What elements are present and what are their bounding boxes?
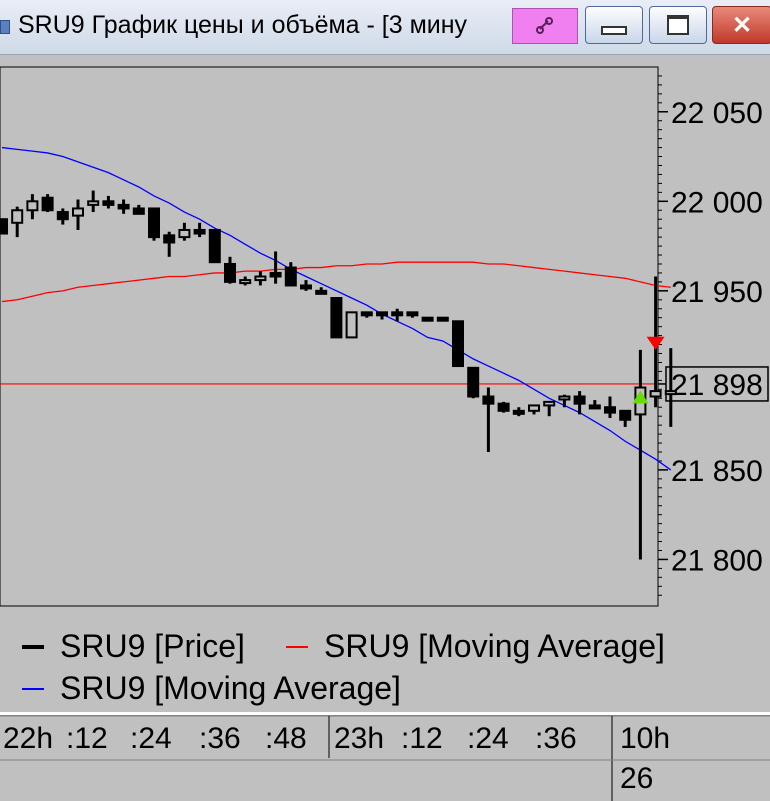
time-label: :12 — [401, 722, 443, 755]
y-tick-label: 21 950 — [671, 276, 763, 309]
time-label: :24 — [467, 722, 509, 755]
candle-body — [528, 404, 540, 412]
candle-body — [254, 275, 267, 282]
candle-body — [0, 218, 8, 235]
maximize-icon — [667, 15, 689, 35]
legend-item-ma-blue: SRU9 [Moving Average] — [22, 670, 401, 707]
candle-body — [619, 409, 632, 421]
y-tick-label: 21 800 — [671, 544, 763, 577]
y-tick-label: 22 000 — [671, 186, 763, 219]
legend-swatch-ma-blue — [22, 687, 44, 690]
window-titlebar[interactable]: SRU9 График цены и объёма - [3 мину ✕ — [0, 0, 770, 55]
time-label: :36 — [199, 722, 241, 755]
time-label: :12 — [66, 722, 108, 755]
window-title: SRU9 График цены и объёма - [3 мину — [18, 11, 468, 39]
candle-body — [391, 311, 404, 317]
candle-body — [497, 402, 510, 412]
app-icon — [0, 20, 10, 34]
candle-body — [649, 390, 662, 398]
time-label-date: 26 — [620, 762, 654, 795]
candle-body — [406, 311, 419, 317]
candle-body — [269, 271, 282, 278]
candle-body — [102, 200, 115, 206]
candle-body — [208, 228, 221, 264]
candle-body — [543, 400, 556, 407]
legend-label-ma-blue: SRU9 [Moving Average] — [60, 670, 401, 706]
legend-label-price: SRU9 [Price] — [60, 628, 245, 664]
y-tick-label: 21 850 — [671, 455, 763, 488]
candle-body — [300, 284, 312, 290]
candle-body — [315, 289, 328, 295]
chart-svg[interactable]: 22 050 22 000 21 950 21 898 21 850 21 800 — [0, 55, 770, 615]
time-label: :36 — [535, 722, 577, 755]
link-icon-glyph — [536, 17, 553, 34]
legend-label-ma-red: SRU9 [Moving Average] — [324, 628, 665, 664]
candle-body — [604, 406, 616, 414]
time-label-day: 10h — [620, 722, 671, 755]
candle-body — [558, 395, 571, 401]
candle-body — [360, 311, 373, 317]
maximize-button[interactable] — [649, 6, 707, 44]
close-button[interactable]: ✕ — [712, 6, 770, 44]
candle-body — [664, 390, 677, 396]
candle-body — [512, 409, 525, 415]
candle-body — [588, 404, 601, 410]
time-label: :48 — [265, 722, 307, 755]
candle-body — [224, 262, 236, 283]
time-label: 22h — [3, 722, 54, 755]
candle-body — [239, 279, 252, 285]
price-chart[interactable]: 22 050 22 000 21 950 21 898 21 850 21 800 — [0, 55, 770, 615]
current-value-label: 21 898 — [671, 369, 763, 402]
candle-body — [56, 211, 69, 221]
link-icon[interactable] — [512, 8, 578, 44]
candle-body — [148, 207, 160, 239]
legend-item-price: SRU9 [Price] — [22, 628, 245, 665]
candle-body — [11, 209, 24, 224]
candle-body — [72, 207, 84, 217]
close-icon: ✕ — [731, 11, 753, 39]
candle-body — [330, 297, 343, 339]
chart-legend: SRU9 [Price] SRU9 [Moving Average] SRU9 … — [0, 620, 770, 712]
legend-swatch-price — [22, 644, 44, 649]
time-axis: 22h :12 :24 :36 :48 23h :12 :24 :36 10h … — [0, 716, 770, 801]
minimize-button[interactable] — [585, 6, 643, 44]
candle-body — [178, 228, 191, 239]
candle-body — [193, 228, 206, 235]
time-label: :24 — [130, 722, 172, 755]
candle-body — [467, 366, 480, 398]
legend-swatch-ma-red — [286, 645, 308, 648]
minimize-icon — [601, 25, 627, 35]
candle-body — [117, 203, 130, 210]
candle-body — [482, 395, 495, 405]
candle-body — [26, 200, 39, 212]
time-label: 23h — [334, 722, 385, 755]
legend-item-ma-red: SRU9 [Moving Average] — [286, 628, 665, 665]
candle-body — [41, 196, 54, 212]
candle-body — [163, 234, 176, 244]
plot-frame — [0, 66, 659, 607]
candle-body — [436, 316, 449, 322]
y-tick-label: 22 050 — [671, 97, 763, 130]
candle-body — [87, 200, 100, 206]
candle-body — [284, 266, 297, 287]
candle-body — [573, 395, 586, 405]
candle-body — [132, 207, 145, 215]
candle-body — [421, 316, 434, 322]
candle-body — [452, 320, 464, 368]
candle-body — [376, 311, 388, 317]
candle-body — [345, 311, 358, 339]
